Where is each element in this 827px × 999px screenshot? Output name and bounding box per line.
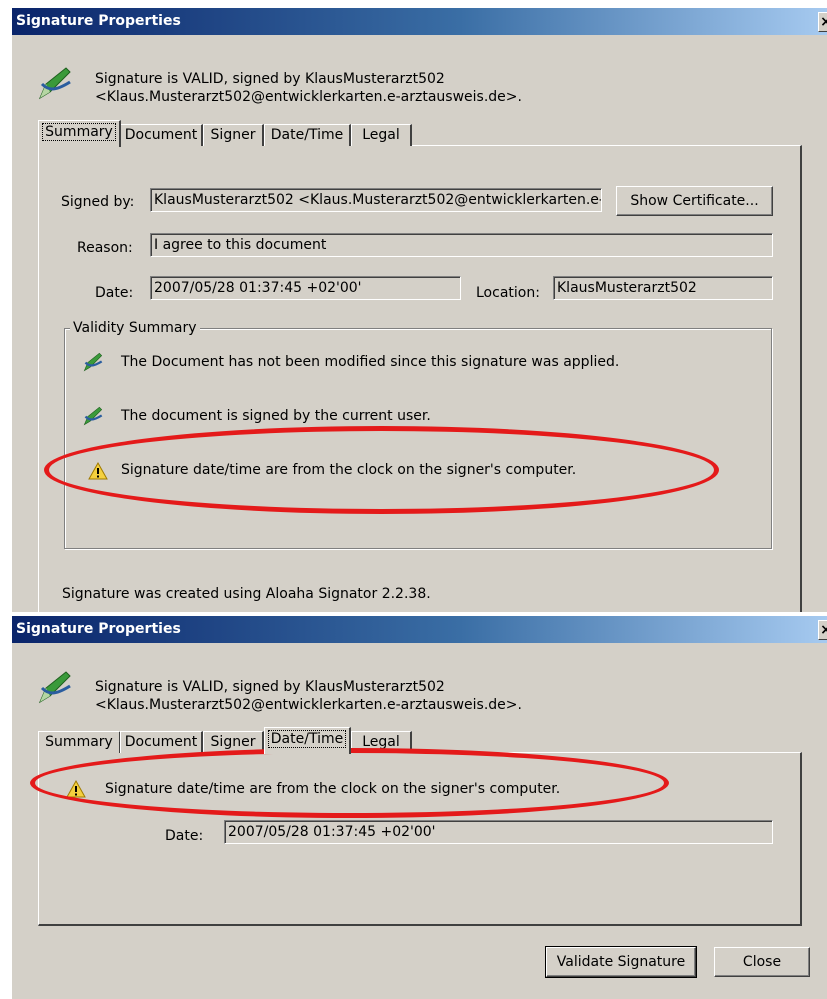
signature-properties-dialog-summary: Signature Properties × Signature is VALI… [12,8,827,612]
date-label: Date: [165,828,204,844]
tab-summary[interactable]: Summary [38,120,121,147]
validity-item-not-modified: The Document has not been modified since… [121,354,620,370]
signed-by-field[interactable]: KlausMusterarzt502 <Klaus.Musterarzt502@… [150,188,602,212]
validate-signature-button[interactable]: Validate Signature [545,946,697,978]
tab-date-time[interactable]: Date/Time [264,124,351,146]
location-field[interactable]: KlausMusterarzt502 [553,276,773,300]
created-using-text: Signature was created using Aloaha Signa… [62,586,431,602]
pen-check-icon [83,406,103,426]
location-label: Location: [476,285,540,301]
signature-status-line2: <Klaus.Musterarzt502@entwicklerkarten.e-… [95,697,522,713]
reason-label: Reason: [77,240,133,256]
tab-legal[interactable]: Legal [351,124,412,146]
tab-summary[interactable]: Summary [38,731,121,753]
signature-status-line1: Signature is VALID, signed by KlausMuste… [95,679,445,695]
title-bar[interactable]: Signature Properties × [12,8,827,35]
date-label: Date: [95,285,134,301]
title-bar[interactable]: Signature Properties × [12,616,827,643]
tab-strip: Summary Document Signer Date/Time Legal [38,120,438,147]
highlight-ring [44,426,719,514]
tab-date-time[interactable]: Date/Time [264,727,351,754]
close-button[interactable]: Close [714,947,810,977]
dialog-title: Signature Properties [16,621,181,637]
validity-summary-title: Validity Summary [70,320,200,336]
show-certificate-button[interactable]: Show Certificate... [616,186,773,216]
reason-field[interactable]: I agree to this document [150,233,773,257]
signed-by-label: Signed by: [61,194,135,210]
signature-valid-icon [38,67,71,100]
highlight-ring [30,748,669,818]
signature-status-line1: Signature is VALID, signed by KlausMuste… [95,71,445,87]
tab-signer[interactable]: Signer [203,124,264,146]
signature-properties-dialog-date-time: Signature Properties × Signature is VALI… [12,616,827,999]
validity-item-current-user: The document is signed by the current us… [121,408,431,424]
date-field[interactable]: 2007/05/28 01:37:45 +02'00' [150,276,461,300]
tab-document[interactable]: Document [120,731,203,753]
dialog-title: Signature Properties [16,13,181,29]
pen-check-icon [83,352,103,372]
signature-status-line2: <Klaus.Musterarzt502@entwicklerkarten.e-… [95,89,522,105]
date-field[interactable]: 2007/05/28 01:37:45 +02'00' [224,820,773,844]
close-window-button[interactable]: × [818,620,827,640]
tab-document[interactable]: Document [120,124,203,146]
close-window-button[interactable]: × [818,12,827,32]
signature-valid-icon [38,671,71,704]
